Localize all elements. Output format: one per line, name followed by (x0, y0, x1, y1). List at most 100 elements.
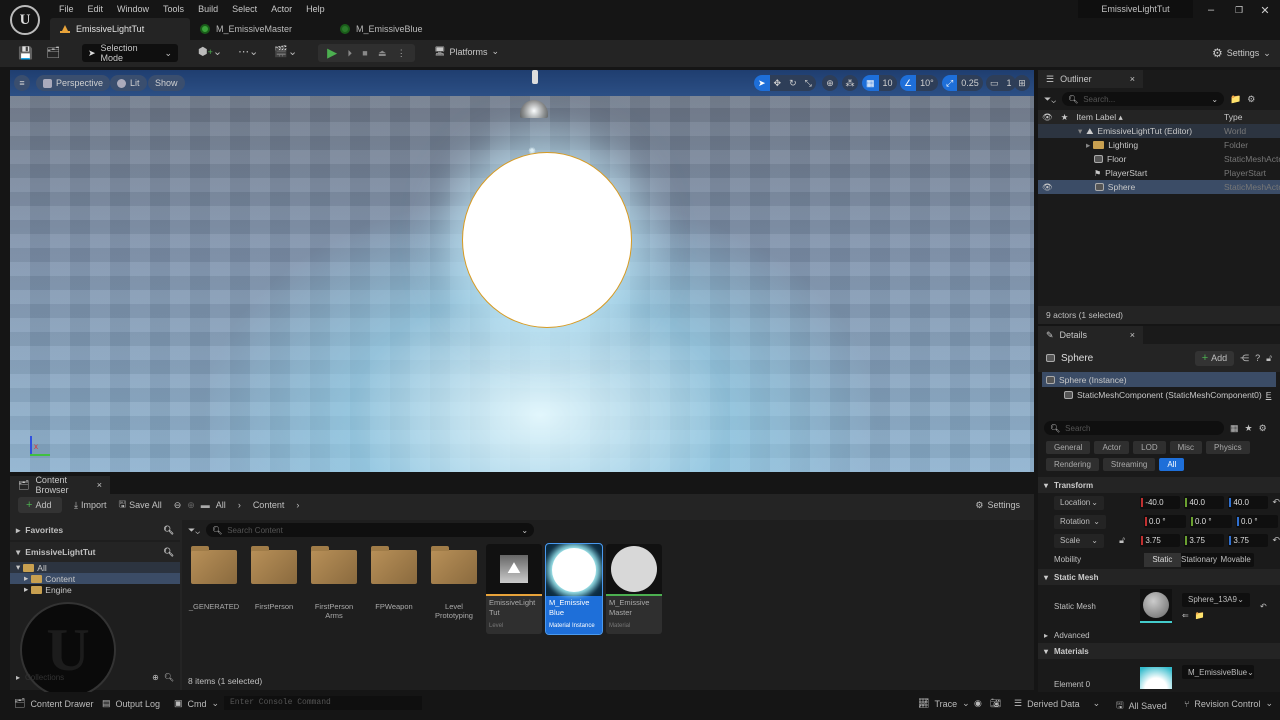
menu-build[interactable]: Build (191, 4, 225, 14)
mobility-stationary[interactable]: Stationary (1181, 555, 1218, 564)
visibility-icon[interactable]: 👁 (1042, 182, 1053, 193)
add-button[interactable]: + Add (18, 497, 62, 513)
scale-icon[interactable]: ⤡ (801, 75, 816, 91)
console-command-input[interactable]: Enter Console Command (224, 696, 422, 710)
cb-settings-button[interactable]: ⚙ Settings (975, 500, 1020, 511)
lit-button[interactable]: Lit (110, 75, 147, 91)
static-mesh-section-header[interactable]: ▾ Static Mesh (1038, 569, 1280, 585)
filter-icon[interactable]: ⏷⌄ (188, 525, 200, 536)
location-x-input[interactable]: -40.0 (1140, 496, 1181, 509)
save-icon[interactable]: 💾 (18, 46, 33, 60)
asset-card-material[interactable]: M_Emissive Master Material (606, 544, 662, 634)
favorites-icon[interactable]: ★ (1245, 423, 1253, 434)
world-local-button[interactable]: ⊕ (822, 75, 838, 91)
filter-icon[interactable]: ⏷⌄ (1044, 94, 1056, 105)
all-saved-button[interactable]: 🖫 All Saved (1116, 698, 1167, 714)
table-view-icon[interactable]: ▦ (1230, 423, 1239, 434)
location-y-input[interactable]: 40.0 (1184, 496, 1225, 509)
cinematics-icon[interactable]: 🎬⌄ (274, 45, 297, 58)
reset-icon[interactable]: ↶ (1272, 535, 1280, 546)
lock-icon[interactable]: 🔓︎ (1266, 353, 1272, 364)
advanced-row[interactable]: ▸ Advanced (1038, 627, 1280, 643)
menu-actor[interactable]: Actor (264, 4, 299, 14)
filter-all[interactable]: All (1159, 458, 1185, 471)
cmd-dropdown[interactable]: ▣ Cmd ⌄ (174, 698, 219, 709)
doc-tab-material-blue[interactable]: M_EmissiveBlue (330, 18, 470, 40)
outliner-row-world[interactable]: ▾ ⛰ EmissiveLightTut (Editor) World (1038, 124, 1280, 138)
browse-icon[interactable]: 🗂 (46, 46, 60, 59)
stop-icon[interactable]: ■ (362, 48, 367, 58)
search-icon[interactable]: 🔍︎ (163, 547, 174, 558)
tree-item-engine[interactable]: ▸ Engine (10, 584, 180, 595)
minimize-button[interactable]: – (1200, 3, 1222, 17)
help-icon[interactable]: ? (1255, 353, 1260, 363)
gear-icon[interactable]: ⚙ (1247, 94, 1255, 105)
outliner-row-floor[interactable]: Floor StaticMeshActor (1038, 152, 1280, 166)
expand-arrow-icon[interactable]: ▸ (1086, 140, 1090, 151)
step-icon[interactable]: ⏵ (347, 48, 352, 59)
rotation-dropdown[interactable]: Rotation ⌄ (1054, 514, 1106, 529)
revision-control-dropdown[interactable]: ⑂ Revision Control ⌄ (1184, 698, 1273, 709)
platforms-button[interactable]: 🖥 Platforms ⌄ (434, 46, 499, 57)
menu-tools[interactable]: Tools (156, 4, 191, 14)
unreal-logo-icon[interactable]: U (10, 5, 40, 35)
scale-z-input[interactable]: 3.75 (1228, 534, 1269, 547)
layout-button[interactable]: ⊞ (1014, 75, 1030, 91)
folder-level-prototyping[interactable]: Level Prototyping (426, 544, 482, 636)
rotate-icon[interactable]: ↻ (785, 75, 801, 91)
selection-mode-dropdown[interactable]: ➤ Selection Mode ⌄ (82, 43, 178, 63)
collections-header[interactable]: ▸ Collections ⊕ 🔍︎ (10, 668, 180, 686)
blueprint-icon[interactable]: ⋲ (1240, 353, 1249, 364)
rotation-z-input[interactable]: 0.0 ° (1236, 515, 1278, 528)
add-folder-icon[interactable]: 📁 (1230, 94, 1241, 105)
settings-button[interactable]: ⚙ Settings ⌄ (1212, 46, 1271, 60)
forward-icon[interactable]: ⊕ (187, 500, 195, 511)
filter-physics[interactable]: Physics (1206, 441, 1250, 454)
filter-streaming[interactable]: Streaming (1102, 458, 1156, 471)
close-button[interactable]: ✕ (1254, 3, 1276, 17)
surface-snap-button[interactable]: ⁂ (842, 75, 858, 91)
mobility-static[interactable]: Static (1144, 552, 1181, 567)
scale-dropdown[interactable]: Scale ⌄ (1054, 533, 1104, 548)
more-options-icon[interactable]: ⋮ (397, 48, 406, 59)
rotation-snap-group[interactable]: ∠ 10° (900, 75, 938, 91)
rotation-y-input[interactable]: 0.0 ° (1190, 515, 1232, 528)
folder-generated[interactable]: _GENERATED (186, 544, 242, 636)
menu-edit[interactable]: Edit (81, 4, 111, 14)
breadcrumb-all[interactable]: All (216, 500, 226, 510)
mobility-movable[interactable]: Movable (1217, 555, 1254, 564)
use-selected-icon[interactable]: ⇐ (1182, 611, 1189, 620)
show-button[interactable]: Show (148, 75, 185, 91)
menu-file[interactable]: File (52, 4, 81, 14)
sphere-actor-selected[interactable] (462, 152, 632, 328)
outliner-tab[interactable]: ☰ Outliner × (1038, 70, 1143, 88)
type-header[interactable]: Type (1224, 112, 1242, 122)
static-mesh-thumbnail[interactable] (1140, 589, 1172, 623)
reset-icon[interactable]: ↶ (1272, 497, 1280, 508)
asset-card-level[interactable]: ⛰ EmissiveLight Tut Level (486, 544, 542, 634)
directional-light-icon[interactable] (532, 70, 538, 84)
material-thumbnail[interactable] (1140, 667, 1172, 689)
derived-data-dropdown[interactable]: ☰ Derived Data ⌄ (1014, 698, 1100, 709)
materials-section-header[interactable]: ▾ Materials (1038, 643, 1280, 659)
filter-actor[interactable]: Actor (1094, 441, 1130, 454)
blueprint-icon[interactable]: ⋯⌄ (238, 45, 258, 58)
search-icon[interactable]: 🔍︎ (163, 525, 174, 536)
transform-section-header[interactable]: ▾ Transform (1038, 477, 1280, 493)
breadcrumb-separator-icon[interactable]: › (296, 500, 299, 510)
output-log-button[interactable]: ▤ Output Log (102, 698, 160, 709)
tree-item-all[interactable]: ▾ All (10, 562, 180, 573)
material-dropdown[interactable]: M_EmissiveBlue ⌄ (1182, 665, 1254, 679)
item-label-header[interactable]: Item Label ▴ (1076, 112, 1122, 123)
viewport-menu-button[interactable]: ≡ (14, 75, 30, 91)
add-actor-icon[interactable]: ⬢+⌄ (198, 45, 222, 58)
project-header[interactable]: ▾ EmissiveLightTut 🔍︎ (10, 542, 180, 562)
edit-link[interactable]: E (1266, 390, 1272, 400)
screenshot-button[interactable]: 📷︎ (990, 698, 1001, 709)
scale-x-input[interactable]: 3.75 (1140, 534, 1181, 547)
location-dropdown[interactable]: Location ⌄ (1054, 495, 1104, 510)
filter-general[interactable]: General (1046, 441, 1091, 454)
scale-snap-group[interactable]: ⤢ 0.25 (942, 75, 983, 91)
select-mode-icon[interactable]: ➤ (754, 75, 770, 91)
folder-firstperson[interactable]: FirstPerson (246, 544, 302, 636)
